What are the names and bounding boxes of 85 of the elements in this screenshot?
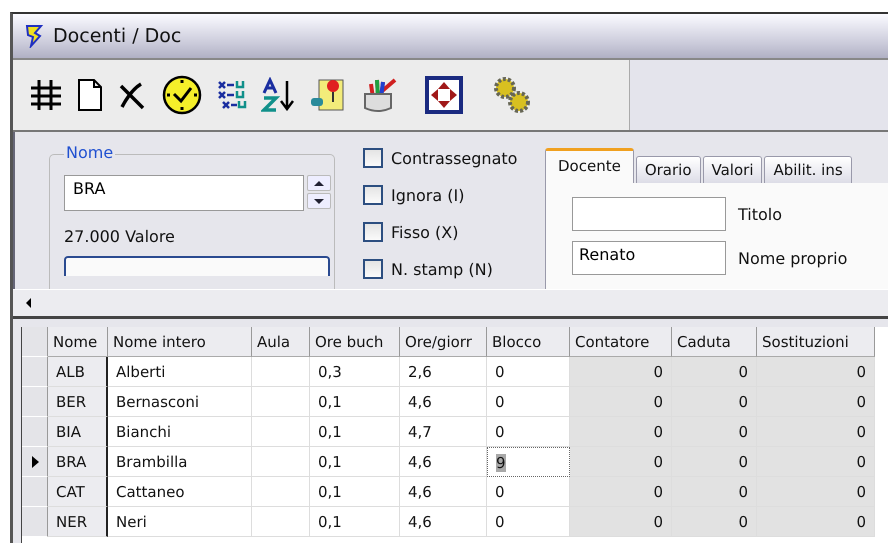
tab[interactable]: Docente bbox=[545, 148, 634, 183]
horizontal-scrollbar[interactable] bbox=[13, 289, 888, 319]
table-cell: Brambilla bbox=[108, 447, 252, 477]
row-header[interactable] bbox=[22, 447, 48, 477]
column-header[interactable]: Ore buch bbox=[310, 327, 400, 357]
spinner[interactable] bbox=[307, 175, 331, 211]
tab[interactable]: Abilit. ins bbox=[764, 156, 852, 183]
table-cell: 2,6 bbox=[400, 357, 487, 387]
table-cell: 0,1 bbox=[310, 417, 400, 447]
table-cell: ALB bbox=[48, 357, 108, 387]
checkbox[interactable] bbox=[363, 185, 383, 205]
table-cell: 0,1 bbox=[310, 447, 400, 477]
table-cell: 0 bbox=[672, 357, 757, 387]
checkbox-label: Ignora (I) bbox=[391, 186, 464, 204]
tab[interactable]: Orario bbox=[636, 156, 701, 183]
checkbox-label: Fisso (X) bbox=[391, 222, 458, 242]
table-cell: BRA bbox=[48, 447, 108, 477]
table-cell: Bernasconi bbox=[108, 387, 252, 417]
table-cell: BER bbox=[48, 387, 108, 417]
table-cell: NER bbox=[48, 507, 108, 537]
table-cell: Alberti bbox=[108, 357, 252, 387]
corner-header[interactable] bbox=[22, 327, 48, 357]
table-cell: 0 bbox=[570, 447, 672, 477]
table-cell: 4,6 bbox=[400, 447, 487, 477]
new-document-icon[interactable] bbox=[77, 78, 103, 112]
gears-icon[interactable] bbox=[491, 76, 531, 114]
table-cell: 0 bbox=[757, 387, 875, 417]
table-cell: 0 bbox=[757, 357, 875, 387]
form-button[interactable] bbox=[64, 256, 330, 276]
text-field[interactable]: Renato bbox=[572, 241, 726, 275]
table-cell: Bianchi bbox=[108, 417, 252, 447]
checkbox-label: N. stamp (N) bbox=[391, 260, 493, 278]
column-header[interactable]: Nome intero bbox=[108, 327, 252, 357]
table-cell: 0 bbox=[672, 417, 757, 447]
column-header[interactable]: Aula bbox=[252, 327, 310, 357]
tab[interactable]: Valori bbox=[702, 156, 762, 183]
table-cell: 0,1 bbox=[310, 507, 400, 537]
table-cell: 0 bbox=[570, 387, 672, 417]
column-header[interactable]: Nome bbox=[48, 327, 108, 357]
delete-icon[interactable] bbox=[117, 80, 147, 110]
table-cell: 0,3 bbox=[310, 357, 400, 387]
table-cell: 4,7 bbox=[400, 417, 487, 447]
table-cell: 0 bbox=[757, 477, 875, 507]
table-cell: BIA bbox=[48, 417, 108, 447]
value-text: 27.000 Valore bbox=[64, 227, 176, 246]
table-cell: 0 bbox=[570, 477, 672, 507]
table-cell: 0 bbox=[672, 447, 757, 477]
table-cell: 4,6 bbox=[400, 477, 487, 507]
clock-icon[interactable] bbox=[161, 74, 203, 116]
column-header[interactable]: Contatore bbox=[570, 327, 672, 357]
column-header[interactable]: Blocco bbox=[487, 327, 570, 357]
grid-icon[interactable] bbox=[29, 78, 63, 112]
table-cell: Neri bbox=[108, 507, 252, 537]
column-header[interactable]: Sostituzioni bbox=[757, 327, 875, 357]
field-label: Titolo bbox=[738, 204, 782, 224]
table-cell: 0 bbox=[757, 417, 875, 447]
table-cell: 0 bbox=[672, 477, 757, 507]
checkbox-label: Contrassegnato bbox=[391, 148, 518, 168]
table-cell: 0 bbox=[570, 417, 672, 447]
column-header[interactable]: Caduta bbox=[672, 327, 757, 357]
sort-icon[interactable] bbox=[261, 77, 295, 113]
table-cell: 0,1 bbox=[310, 477, 400, 507]
table-cell: 0 bbox=[757, 507, 875, 537]
text-field[interactable] bbox=[572, 197, 726, 231]
name-input-field[interactable]: BRA bbox=[64, 175, 304, 211]
current-row-icon bbox=[30, 454, 40, 468]
table-cell: 4,6 bbox=[400, 507, 487, 537]
table-cell: 0 bbox=[672, 507, 757, 537]
table-cell: 0,1 bbox=[310, 387, 400, 417]
table-cell: Cattaneo bbox=[108, 477, 252, 507]
table-cell: 0 bbox=[757, 447, 875, 477]
move-icon[interactable] bbox=[425, 76, 463, 114]
table-cell: CAT bbox=[48, 477, 108, 507]
pencil-cup-icon[interactable] bbox=[361, 76, 397, 114]
column-header[interactable]: Ore/giorr bbox=[400, 327, 487, 357]
checkbox[interactable] bbox=[363, 148, 383, 168]
field-label: Nome proprio bbox=[738, 248, 848, 268]
checkbox[interactable] bbox=[363, 222, 383, 242]
table-cell: 0 bbox=[570, 507, 672, 537]
table-cell: 0 bbox=[570, 357, 672, 387]
checkbox[interactable] bbox=[363, 259, 383, 279]
window-title: Docenti / Doc bbox=[53, 25, 182, 47]
table-cell: 0 bbox=[672, 387, 757, 417]
app-icon bbox=[23, 24, 45, 48]
table-cell: 4,6 bbox=[400, 387, 487, 417]
